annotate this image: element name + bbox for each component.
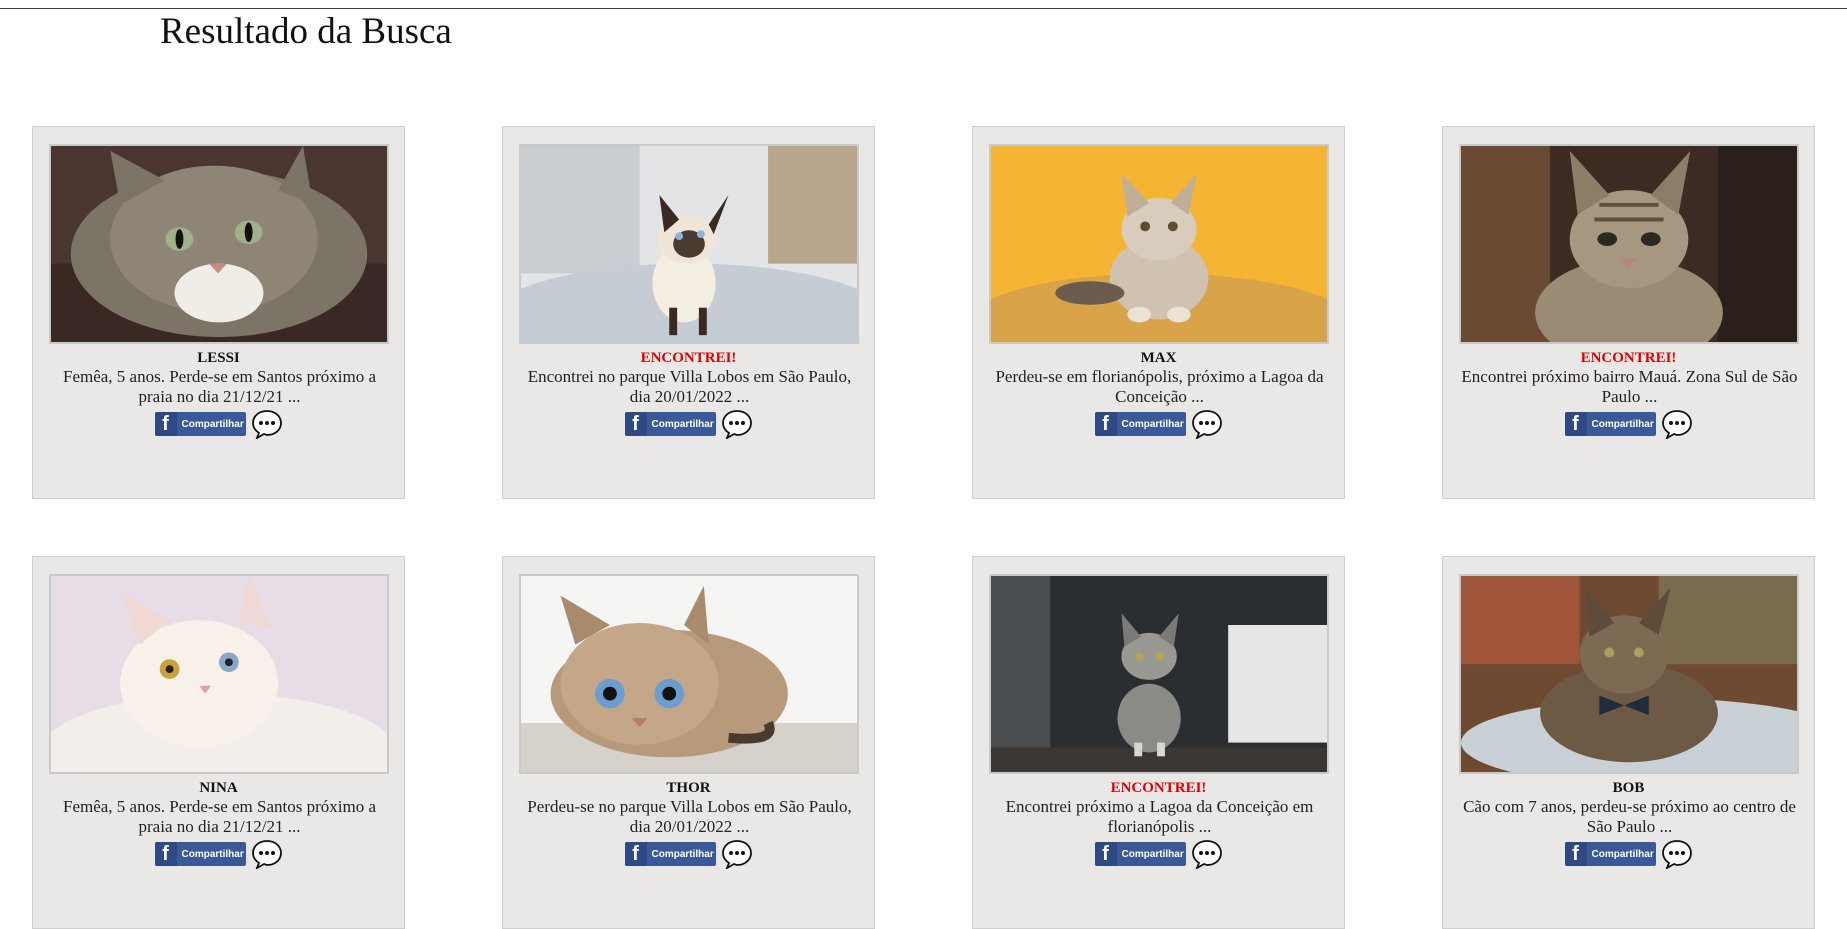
facebook-icon: f: [624, 842, 647, 866]
facebook-share-button[interactable]: f Compartilhar: [1564, 412, 1656, 436]
pet-name: MAX: [1140, 350, 1177, 366]
pet-status-found: ENCONTREI!: [640, 350, 737, 366]
pet-name: THOR: [666, 780, 711, 796]
pet-status-found: ENCONTREI!: [1110, 780, 1207, 796]
comment-icon[interactable]: [721, 839, 753, 869]
comment-icon[interactable]: [721, 409, 753, 439]
grey-kitten-photo[interactable]: [989, 574, 1329, 774]
card-actions: f Compartilhar: [33, 409, 404, 439]
share-label: Compartilhar: [181, 848, 244, 860]
comment-icon[interactable]: [1191, 839, 1223, 869]
comment-icon[interactable]: [1661, 839, 1693, 869]
share-label: Compartilhar: [1591, 418, 1654, 430]
share-label: Compartilhar: [1591, 848, 1654, 860]
card-actions: f Compartilhar: [33, 839, 404, 869]
facebook-icon: f: [1564, 842, 1587, 866]
share-label: Compartilhar: [1121, 418, 1184, 430]
facebook-share-button[interactable]: f Compartilhar: [624, 412, 716, 436]
pet-status-found: ENCONTREI!: [1580, 350, 1677, 366]
facebook-share-button[interactable]: f Compartilhar: [1094, 842, 1186, 866]
facebook-share-button[interactable]: f Compartilhar: [154, 842, 246, 866]
card-actions: f Compartilhar: [1443, 409, 1814, 439]
page-title: Resultado da Busca: [160, 11, 452, 52]
facebook-icon: f: [1564, 412, 1587, 436]
facebook-icon: f: [154, 842, 177, 866]
pet-card[interactable]: MAX Perdeu-se em florianópolis, próximo …: [972, 126, 1345, 499]
pet-description: Femêa, 5 anos. Perde-se em Santos próxim…: [62, 797, 376, 836]
white-cat-photo[interactable]: [49, 574, 389, 774]
share-label: Compartilhar: [651, 418, 714, 430]
facebook-share-button[interactable]: f Compartilhar: [1564, 842, 1656, 866]
pet-name: NINA: [199, 780, 238, 796]
comment-icon[interactable]: [1661, 409, 1693, 439]
comment-icon[interactable]: [251, 839, 283, 869]
comment-icon[interactable]: [1191, 409, 1223, 439]
share-label: Compartilhar: [181, 418, 244, 430]
pet-description: Encontrei próximo bairro Mauá. Zona Sul …: [1461, 367, 1798, 406]
bowtie-cat-photo[interactable]: [1459, 574, 1799, 774]
facebook-icon: f: [624, 412, 647, 436]
pet-card[interactable]: ENCONTREI! Encontrei próximo a Lagoa da …: [972, 556, 1345, 929]
card-actions: f Compartilhar: [503, 839, 874, 869]
facebook-share-button[interactable]: f Compartilhar: [624, 842, 716, 866]
pet-description: Encontrei no parque Villa Lobos em São P…: [527, 367, 852, 406]
facebook-share-button[interactable]: f Compartilhar: [1094, 412, 1186, 436]
comment-icon[interactable]: [251, 409, 283, 439]
card-actions: f Compartilhar: [973, 409, 1344, 439]
tabby-kitten-photo[interactable]: [1459, 144, 1799, 344]
card-actions: f Compartilhar: [1443, 839, 1814, 869]
pet-description: Cão com 7 anos, perdeu-se próximo ao cen…: [1463, 797, 1796, 836]
share-label: Compartilhar: [1121, 848, 1184, 860]
facebook-icon: f: [1094, 412, 1117, 436]
card-actions: f Compartilhar: [973, 839, 1344, 869]
siamese-kitten-photo[interactable]: [519, 144, 859, 344]
pet-description: Encontrei próximo a Lagoa da Conceição e…: [1005, 797, 1314, 836]
facebook-icon: f: [1094, 842, 1117, 866]
pet-card[interactable]: LESSI Femêa, 5 anos. Perde-se em Santos …: [32, 126, 405, 499]
facebook-share-button[interactable]: f Compartilhar: [154, 412, 246, 436]
pet-card[interactable]: ENCONTREI! Encontrei próximo bairro Mauá…: [1442, 126, 1815, 499]
fluffy-kitten-photo[interactable]: [989, 144, 1329, 344]
pet-card[interactable]: BOB Cão com 7 anos, perdeu-se próximo ao…: [1442, 556, 1815, 929]
card-actions: f Compartilhar: [503, 409, 874, 439]
pet-description: Femêa, 5 anos. Perde-se em Santos próxim…: [62, 367, 376, 406]
share-label: Compartilhar: [651, 848, 714, 860]
pet-card[interactable]: THOR Perdeu-se no parque Villa Lobos em …: [502, 556, 875, 929]
pet-card[interactable]: NINA Femêa, 5 anos. Perde-se em Santos p…: [32, 556, 405, 929]
pet-name: LESSI: [197, 350, 240, 366]
pet-name: BOB: [1612, 780, 1645, 796]
facebook-icon: f: [154, 412, 177, 436]
pet-card[interactable]: ENCONTREI! Encontrei no parque Villa Lob…: [502, 126, 875, 499]
tabby-cat-photo[interactable]: [49, 144, 389, 344]
blue-eyed-cat-photo[interactable]: [519, 574, 859, 774]
pet-description: Perdeu-se no parque Villa Lobos em São P…: [527, 797, 852, 836]
pet-description: Perdeu-se em florianópolis, próximo a La…: [995, 367, 1324, 406]
